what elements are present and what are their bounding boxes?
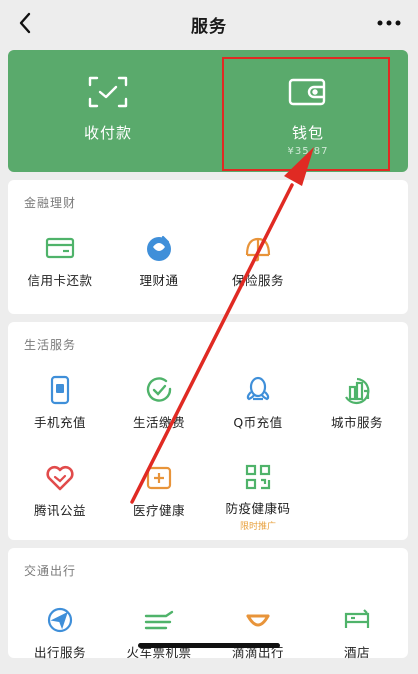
tile-label: 出行服务 [33,645,86,660]
wallet-button[interactable]: 钱包 ¥35.87 [208,50,408,172]
section-title: 生活服务 [24,338,77,352]
wallet-label: 钱包 [291,124,324,142]
navigation-icon [42,604,78,636]
section-title: 交通出行 [24,564,77,578]
credit-card-repay-item[interactable]: 信用卡还款 [12,232,108,302]
scan-code-icon [88,74,128,110]
city-service-item[interactable]: 城市服务 [309,374,405,444]
chevron-left-icon[interactable] [14,10,36,36]
qq-coin-icon [240,374,276,406]
insurance-item[interactable]: 保险服务 [210,232,306,302]
tile-label: 理财通 [139,273,179,288]
tile-label: 信用卡还款 [27,273,93,288]
tile-label: 生活缴费 [132,415,185,430]
tile-label: 手机充值 [33,415,86,430]
collect-pay-label: 收付款 [83,124,132,142]
charity-heart-icon [42,462,78,494]
wallet-balance: ¥35.87 [287,146,329,157]
tile-label: 腾讯公益 [33,503,86,518]
finance-section: 金融理财 信用卡还款 理财通 保险服务 [8,180,408,314]
pay-card: 收付款 钱包 ¥35.87 [8,50,408,172]
qq-coin-item[interactable]: Q币充值 [210,374,306,444]
tile-label: 保险服务 [231,273,284,288]
city-service-icon [339,374,375,406]
didi-icon [240,604,276,636]
didi-item[interactable]: 滴滴出行 [210,604,306,674]
hotel-item[interactable]: 酒店 [309,604,405,674]
life-services-section: 生活服务 手机充值 生活缴费 Q币充值 城市服务 腾讯公益 医疗健康 防疫健康码… [8,322,408,540]
charity-item[interactable]: 腾讯公益 [12,462,108,532]
home-indicator [138,643,280,648]
utility-bill-item[interactable]: 生活缴费 [111,374,207,444]
nav-bar: 服务 [0,0,418,48]
hotel-icon [339,604,375,636]
phone-topup-icon [42,374,78,406]
insurance-icon [240,232,276,264]
tile-label: 医疗健康 [132,503,185,518]
wealth-icon [141,232,177,264]
tile-label: Q币充值 [233,415,283,430]
promo-tag: 限时推广 [239,522,276,532]
section-title: 金融理财 [24,196,77,210]
train-ticket-item[interactable]: 火车票机票 [111,604,207,674]
phone-topup-item[interactable]: 手机充值 [12,374,108,444]
train-ticket-icon [141,604,177,636]
qr-code-icon [240,462,276,492]
wallet-icon [288,74,328,110]
tile-label: 城市服务 [330,415,383,430]
tile-label: 酒店 [343,645,370,660]
credit-card-icon [42,232,78,264]
page-title: 服务 [191,16,227,37]
wealth-item[interactable]: 理财通 [111,232,207,302]
tile-label: 防疫健康码 [225,501,291,516]
medical-icon [141,462,177,494]
health-code-item[interactable]: 防疫健康码 限时推广 [210,462,306,532]
more-dots-icon[interactable] [376,12,402,34]
utility-bill-icon [141,374,177,406]
transport-section: 交通出行 出行服务 火车票机票 滴滴出行 酒店 [8,548,408,660]
collect-pay-button[interactable]: 收付款 [8,50,208,172]
medical-item[interactable]: 医疗健康 [111,462,207,532]
travel-service-item[interactable]: 出行服务 [12,604,108,674]
